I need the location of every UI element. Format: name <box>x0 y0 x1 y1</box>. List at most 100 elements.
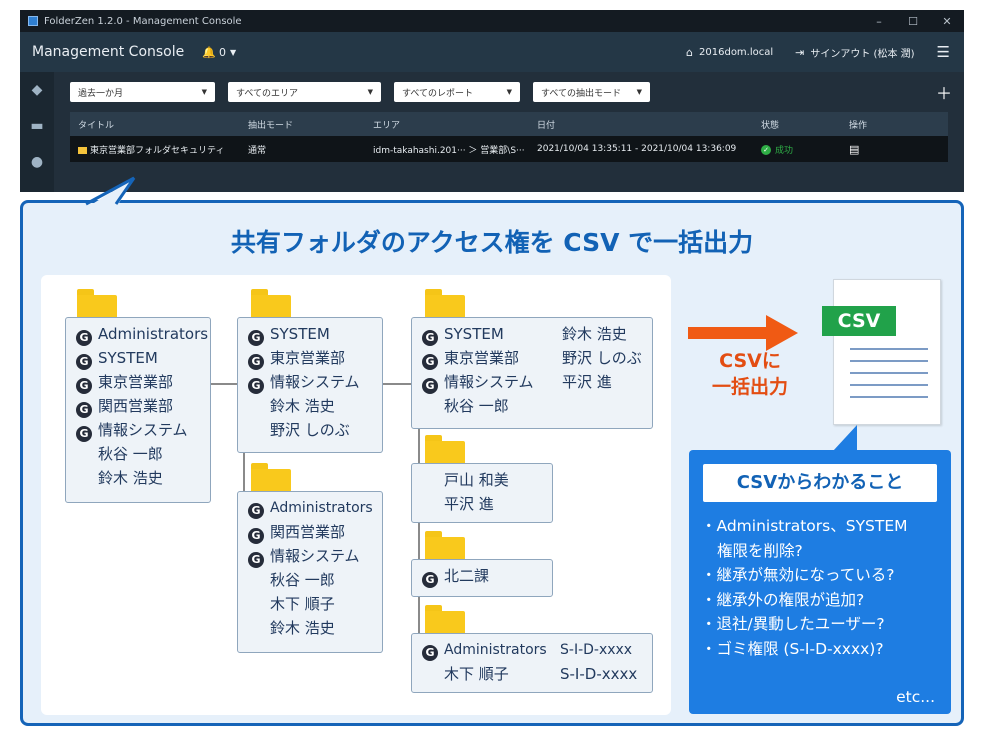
export-label-line2: 一括出力 <box>711 376 788 398</box>
close-button[interactable]: ✕ <box>930 15 964 28</box>
acl-box-sub1: G SYSTEM G 東京営業部 G 情報システム 鈴木 浩史 野沢 しのぶ <box>237 317 383 453</box>
col-title[interactable]: タイトル <box>70 118 240 131</box>
acl-group: G 情報システム 平沢 進 <box>422 370 642 394</box>
signout-label: サインアウト (松本 潤) <box>810 48 915 60</box>
group-icon: G <box>248 528 264 544</box>
acl-box-sub1-3: G 北二課 <box>411 559 553 597</box>
app-window: FolderZen 1.2.0 - Management Console – ☐… <box>20 10 964 192</box>
folder-icon <box>425 435 465 465</box>
maximize-button[interactable]: ☐ <box>896 15 930 28</box>
app-header: Management Console 🔔 0 ▼ ⌂ 2016dom.local… <box>20 32 964 72</box>
row-status: 成功 <box>775 145 794 156</box>
chevron-down-icon[interactable]: ▼ <box>230 48 236 57</box>
col-status[interactable]: 状態 <box>753 118 841 131</box>
col-area[interactable]: エリア <box>365 118 529 131</box>
folder-icon <box>425 289 465 319</box>
info-title: CSVからわかること <box>703 464 937 502</box>
mode-filter-label: すべての抽出モード <box>541 88 622 99</box>
period-filter[interactable]: 過去一か月 ▼ <box>70 82 215 102</box>
acl-group: G 東京営業部 <box>76 370 200 394</box>
add-icon[interactable]: ＋ <box>936 80 952 104</box>
window-title: FolderZen 1.2.0 - Management Console <box>44 15 242 27</box>
signout-button[interactable]: ⇥ サインアウト (松本 潤) <box>795 45 914 60</box>
group-icon: G <box>76 378 92 394</box>
app-icon <box>28 16 38 26</box>
filter-bar: 過去一か月 ▼ すべてのエリア ▼ すべてのレポート ▼ すべての抽出モード ▼ ＋ <box>54 72 964 112</box>
acl-group: G 情報システム <box>76 418 200 442</box>
bell-icon[interactable]: 🔔 <box>202 46 216 59</box>
group-icon: G <box>422 330 438 346</box>
title-bar: FolderZen 1.2.0 - Management Console – ☐… <box>20 10 964 32</box>
group-icon: G <box>248 378 264 394</box>
info-list: ・Administrators、SYSTEM 権限を削除? ・継承が無効になって… <box>701 514 945 661</box>
folder-icon: ▬ <box>30 118 44 134</box>
info-etc: etc... <box>896 688 935 706</box>
acl-group: G Administrators <box>76 322 208 346</box>
info-box: CSVからわかること ・Administrators、SYSTEM 権限を削除?… <box>689 450 951 714</box>
chevron-down-icon: ▼ <box>506 88 512 96</box>
col-date[interactable]: 日付 <box>529 118 753 131</box>
col-mode[interactable]: 抽出モード <box>240 118 365 131</box>
sidebar: ◆ ▬ ● <box>20 72 54 192</box>
row-mode: 通常 <box>248 145 267 156</box>
table-row[interactable]: 東京営業部フォルダセキュリティ 通常 idm-takahashi.201··· … <box>70 136 948 162</box>
row-action: ▤ <box>841 143 931 156</box>
row-title: 東京営業部フォルダセキュリティ <box>90 145 225 156</box>
row-area: idm-takahashi.201··· ＞ 営業部\S··· <box>373 145 525 156</box>
chevron-down-icon: ▼ <box>367 88 373 96</box>
col-action[interactable]: 操作 <box>841 118 931 131</box>
hamburger-menu-icon[interactable]: ☰ <box>937 43 950 61</box>
folder-icon <box>425 531 465 561</box>
acl-user: 秋谷 一郎 <box>444 397 509 415</box>
folder-icon <box>425 605 465 635</box>
group-icon: G <box>76 426 92 442</box>
acl-group: G SYSTEM <box>248 322 372 346</box>
diamond-icon: ◆ <box>31 82 43 98</box>
export-label-line1: CSVに <box>719 350 781 372</box>
acl-group: G SYSTEM <box>76 346 200 370</box>
period-filter-label: 過去一か月 <box>78 88 124 99</box>
acl-group: G Administrators S-I-D-xxxx <box>422 638 642 662</box>
domain-selector[interactable]: ⌂ 2016dom.local <box>686 46 773 59</box>
row-title-cell: 東京営業部フォルダセキュリティ <box>70 143 240 156</box>
row-status-cell: ✓ 成功 <box>753 143 841 156</box>
acl-user: 戸山 和美 <box>444 471 509 489</box>
doc-line <box>850 360 928 362</box>
window-controls: – ☐ ✕ <box>862 15 964 28</box>
acl-user: 鈴木 浩史 <box>98 469 163 487</box>
report-table: タイトル 抽出モード エリア 日付 状態 操作 東京営業部フォルダセキュリティ … <box>70 112 948 162</box>
acl-user: 木下 順子 S-I-D-xxxx <box>444 665 638 683</box>
folder-permission-tree: G Administrators G SYSTEM G 東京営業部 G 関西営業部 G情… <box>41 275 671 715</box>
minimize-button[interactable]: – <box>862 15 896 28</box>
acl-box-sub1-1: G SYSTEM 鈴木 浩史 G 東京営業部 野沢 しのぶ G 情報システム 平沢 進 秋谷… <box>411 317 653 429</box>
acl-group: G 北二課 <box>422 564 542 588</box>
notification-count[interactable]: 0 <box>219 46 226 59</box>
sidebar-item-users[interactable]: ● <box>20 144 54 180</box>
group-icon: G <box>422 572 438 588</box>
list-item: ・Administrators、SYSTEM <box>701 517 908 535</box>
chevron-down-icon: ▼ <box>636 88 642 96</box>
header-right: ⌂ 2016dom.local ⇥ サインアウト (松本 潤) ☰ <box>686 43 964 61</box>
folder-icon <box>77 289 117 319</box>
sidebar-item-reports[interactable]: ◆ <box>20 72 54 108</box>
doc-line <box>850 384 928 386</box>
acl-box-sub2: G Administrators G 関西営業部 G 情報システム 秋谷 一郎 木下 … <box>237 491 383 653</box>
group-icon: G <box>76 330 92 346</box>
row-date: 2021/10/04 13:35:11 - 2021/10/04 13:36:0… <box>537 144 737 154</box>
document-icon[interactable]: ▤ <box>849 143 859 156</box>
area-filter[interactable]: すべてのエリア ▼ <box>228 82 381 102</box>
acl-user: 秋谷 一郎 <box>270 571 335 589</box>
mode-filter[interactable]: すべての抽出モード ▼ <box>533 82 650 102</box>
acl-user: 鈴木 浩史 <box>270 397 335 415</box>
group-icon: G <box>76 354 92 370</box>
acl-group: G 情報システム <box>248 370 372 394</box>
group-icon: G <box>248 330 264 346</box>
sidebar-item-folders[interactable]: ▬ <box>20 108 54 144</box>
report-filter[interactable]: すべてのレポート ▼ <box>394 82 520 102</box>
acl-box-root: G Administrators G SYSTEM G 東京営業部 G 関西営業部 G情… <box>65 317 211 503</box>
acl-group: G SYSTEM 鈴木 浩史 <box>422 322 642 346</box>
folder-icon <box>78 146 87 154</box>
doc-line <box>850 348 928 350</box>
acl-user: 鈴木 浩史 <box>270 619 335 637</box>
acl-box-sub1-2: 戸山 和美 平沢 進 <box>411 463 553 523</box>
